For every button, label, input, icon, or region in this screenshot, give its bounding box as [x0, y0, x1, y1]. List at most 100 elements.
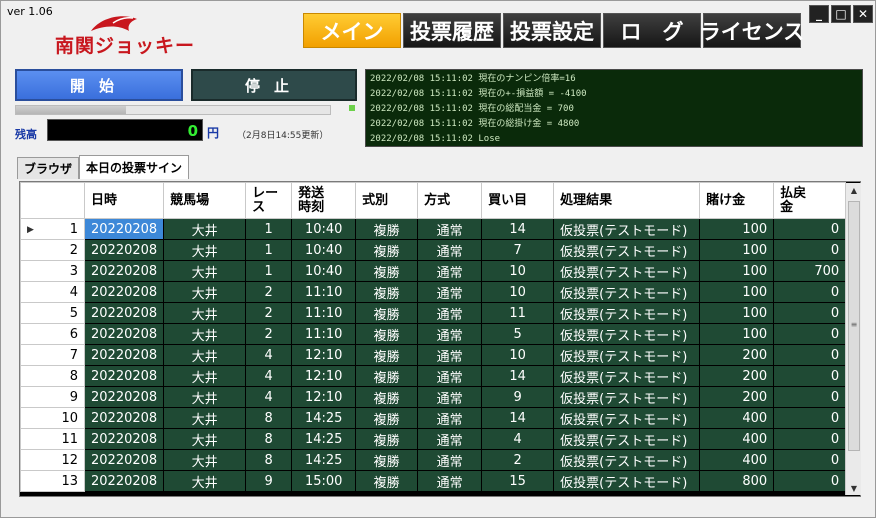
table-row[interactable]: 10 20220208 大井 8 14:25 複勝 通常 14 仮投票(テストモード) 400 0	[20, 407, 847, 429]
row-header[interactable]: 2	[20, 239, 85, 261]
minimize-icon[interactable]: _	[809, 5, 829, 23]
tab-main[interactable]: メイン	[303, 13, 401, 48]
cell-race[interactable]: 1	[245, 239, 293, 261]
maximize-icon[interactable]: □	[831, 5, 851, 23]
cell-stake[interactable]: 100	[699, 218, 775, 240]
cell-type[interactable]: 複勝	[355, 260, 419, 282]
cell-pick[interactable]: 15	[481, 470, 555, 492]
cell-payout[interactable]: 0	[773, 302, 847, 324]
cell-payout[interactable]: 0	[773, 239, 847, 261]
cell-pick[interactable]: 14	[481, 218, 555, 240]
cell-stake[interactable]: 200	[699, 344, 775, 366]
cell-method[interactable]: 通常	[417, 365, 483, 387]
scroll-thumb[interactable]: ≡	[848, 201, 860, 451]
cell-type[interactable]: 複勝	[355, 218, 419, 240]
cell-result[interactable]: 仮投票(テストモード)	[553, 365, 701, 387]
cell-stake[interactable]: 100	[699, 323, 775, 345]
cell-date[interactable]: 20220208	[83, 386, 165, 408]
cell-payout[interactable]: 0	[773, 386, 847, 408]
col-header-bet-type[interactable]: 式別	[355, 182, 419, 219]
cell-time[interactable]: 14:25	[291, 428, 357, 450]
cell-pick[interactable]: 11	[481, 302, 555, 324]
cell-result[interactable]: 仮投票(テストモード)	[553, 281, 701, 303]
cell-method[interactable]: 通常	[417, 302, 483, 324]
cell-race[interactable]: 8	[245, 428, 293, 450]
cell-time[interactable]: 10:40	[291, 239, 357, 261]
cell-payout[interactable]: 700	[773, 260, 847, 282]
cell-type[interactable]: 複勝	[355, 365, 419, 387]
cell-stake[interactable]: 400	[699, 407, 775, 429]
cell-race[interactable]: 2	[245, 323, 293, 345]
cell-payout[interactable]: 0	[773, 470, 847, 492]
cell-time[interactable]: 12:10	[291, 365, 357, 387]
cell-type[interactable]: 複勝	[355, 344, 419, 366]
table-row[interactable]: 3 20220208 大井 1 10:40 複勝 通常 10 仮投票(テストモード) 100 700	[20, 260, 847, 282]
cell-track[interactable]: 大井	[163, 344, 247, 366]
cell-track[interactable]: 大井	[163, 365, 247, 387]
cell-method[interactable]: 通常	[417, 239, 483, 261]
cell-pick[interactable]: 5	[481, 323, 555, 345]
cell-type[interactable]: 複勝	[355, 386, 419, 408]
table-row[interactable]: 4 20220208 大井 2 11:10 複勝 通常 10 仮投票(テストモード) 100 0	[20, 281, 847, 303]
cell-type[interactable]: 複勝	[355, 281, 419, 303]
tab-vote-history[interactable]: 投票履歴	[403, 13, 501, 48]
cell-date[interactable]: 20220208	[83, 449, 165, 471]
cell-result[interactable]: 仮投票(テストモード)	[553, 218, 701, 240]
cell-race[interactable]: 8	[245, 449, 293, 471]
row-header[interactable]: 9	[20, 386, 85, 408]
vertical-scrollbar[interactable]: ▲ ≡ ▼	[845, 183, 861, 495]
cell-time[interactable]: 11:10	[291, 281, 357, 303]
cell-method[interactable]: 通常	[417, 449, 483, 471]
cell-result[interactable]: 仮投票(テストモード)	[553, 407, 701, 429]
col-header-stake[interactable]: 賭け金	[699, 182, 775, 219]
cell-stake[interactable]: 100	[699, 281, 775, 303]
cell-type[interactable]: 複勝	[355, 428, 419, 450]
cell-date[interactable]: 20220208	[83, 344, 165, 366]
table-row[interactable]: 2 20220208 大井 1 10:40 複勝 通常 7 仮投票(テストモード) 100 0	[20, 239, 847, 261]
cell-pick[interactable]: 10	[481, 260, 555, 282]
col-header-start-time[interactable]: 発送 時刻	[291, 182, 357, 219]
cell-stake[interactable]: 200	[699, 386, 775, 408]
cell-date[interactable]: 20220208	[83, 407, 165, 429]
cell-track[interactable]: 大井	[163, 470, 247, 492]
cell-payout[interactable]: 0	[773, 344, 847, 366]
cell-time[interactable]: 10:40	[291, 260, 357, 282]
scroll-down-icon[interactable]: ▼	[846, 481, 862, 495]
row-header[interactable]: 11	[20, 428, 85, 450]
cell-race[interactable]: 4	[245, 386, 293, 408]
cell-race[interactable]: 9	[245, 470, 293, 492]
table-row[interactable]: 9 20220208 大井 4 12:10 複勝 通常 9 仮投票(テストモード) 200 0	[20, 386, 847, 408]
cell-date[interactable]: 20220208	[83, 218, 165, 240]
cell-race[interactable]: 1	[245, 260, 293, 282]
subtab-browser[interactable]: ブラウザ	[17, 157, 80, 179]
cell-track[interactable]: 大井	[163, 386, 247, 408]
row-header[interactable]: 4	[20, 281, 85, 303]
table-row[interactable]: ▶ 1 20220208 大井 1 10:40 複勝 通常 14 仮投票(テストモード) 100 0	[20, 218, 847, 240]
col-header-track[interactable]: 競馬場	[163, 182, 247, 219]
cell-payout[interactable]: 0	[773, 365, 847, 387]
cell-pick[interactable]: 14	[481, 365, 555, 387]
cell-payout[interactable]: 0	[773, 323, 847, 345]
cell-pick[interactable]: 2	[481, 449, 555, 471]
cell-payout[interactable]: 0	[773, 281, 847, 303]
cell-time[interactable]: 14:25	[291, 407, 357, 429]
cell-stake[interactable]: 100	[699, 302, 775, 324]
cell-type[interactable]: 複勝	[355, 323, 419, 345]
col-header-payout[interactable]: 払戻 金	[773, 182, 847, 219]
cell-result[interactable]: 仮投票(テストモード)	[553, 428, 701, 450]
start-button[interactable]: 開始	[15, 69, 183, 101]
cell-method[interactable]: 通常	[417, 281, 483, 303]
table-row[interactable]: 12 20220208 大井 8 14:25 複勝 通常 2 仮投票(テストモード) 400 0	[20, 449, 847, 471]
row-header[interactable]: 6	[20, 323, 85, 345]
cell-result[interactable]: 仮投票(テストモード)	[553, 239, 701, 261]
cell-type[interactable]: 複勝	[355, 407, 419, 429]
cell-track[interactable]: 大井	[163, 302, 247, 324]
cell-time[interactable]: 11:10	[291, 323, 357, 345]
cell-result[interactable]: 仮投票(テストモード)	[553, 260, 701, 282]
col-header-pick[interactable]: 買い目	[481, 182, 555, 219]
cell-result[interactable]: 仮投票(テストモード)	[553, 449, 701, 471]
cell-race[interactable]: 1	[245, 218, 293, 240]
cell-pick[interactable]: 10	[481, 344, 555, 366]
col-header-result[interactable]: 処理結果	[553, 182, 701, 219]
cell-time[interactable]: 11:10	[291, 302, 357, 324]
